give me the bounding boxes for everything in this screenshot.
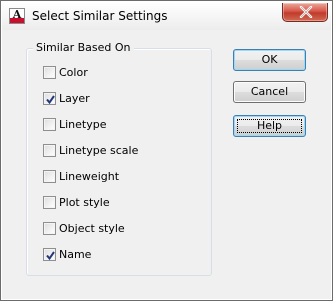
checkbox-plot-style[interactable]: Plot style xyxy=(43,194,110,210)
checkbox-box[interactable] xyxy=(43,117,56,131)
title-bar[interactable]: A Select Similar Settings xyxy=(2,2,331,30)
checkbox-box[interactable] xyxy=(43,143,56,157)
cancel-button[interactable]: Cancel xyxy=(233,81,306,103)
help-button[interactable]: Help xyxy=(233,115,306,137)
checkmark-icon xyxy=(46,250,55,260)
checkbox-box[interactable] xyxy=(43,169,56,183)
checkbox-lineweight[interactable]: Lineweight xyxy=(43,168,119,184)
checkbox-label: Name xyxy=(59,247,92,261)
checkbox-box[interactable] xyxy=(43,221,56,235)
checkbox-label: Linetype scale xyxy=(59,143,139,157)
checkbox-label: Color xyxy=(59,65,88,79)
autocad-app-icon[interactable]: A xyxy=(9,8,25,24)
app-icon-red-bar xyxy=(10,18,24,23)
checkbox-label: Object style xyxy=(59,221,125,235)
checkbox-label: Linetype xyxy=(59,117,107,131)
similar-based-on-group xyxy=(26,48,212,276)
window-title: Select Similar Settings xyxy=(32,9,168,23)
checkbox-label: Plot style xyxy=(59,195,110,209)
checkbox-layer[interactable]: Layer xyxy=(43,90,90,106)
checkbox-color[interactable]: Color xyxy=(43,64,88,80)
checkbox-box[interactable] xyxy=(43,65,56,79)
focus-ring xyxy=(237,119,302,133)
checkbox-box[interactable] xyxy=(43,195,56,209)
checkbox-label: Lineweight xyxy=(59,169,120,183)
group-title: Similar Based On xyxy=(33,41,134,54)
checkbox-name[interactable]: Name xyxy=(43,246,91,262)
ok-button[interactable]: OK xyxy=(233,49,306,71)
close-button[interactable] xyxy=(282,3,328,22)
checkbox-linetype-scale[interactable]: Linetype scale xyxy=(43,142,138,158)
checkbox-object-style[interactable]: Object style xyxy=(43,220,125,236)
checkbox-label: Layer xyxy=(59,91,90,105)
checkbox-linetype[interactable]: Linetype xyxy=(43,116,107,132)
checkbox-box[interactable] xyxy=(43,91,56,105)
close-icon xyxy=(299,6,313,18)
checkmark-icon xyxy=(46,94,55,104)
checkbox-box[interactable] xyxy=(43,247,56,261)
